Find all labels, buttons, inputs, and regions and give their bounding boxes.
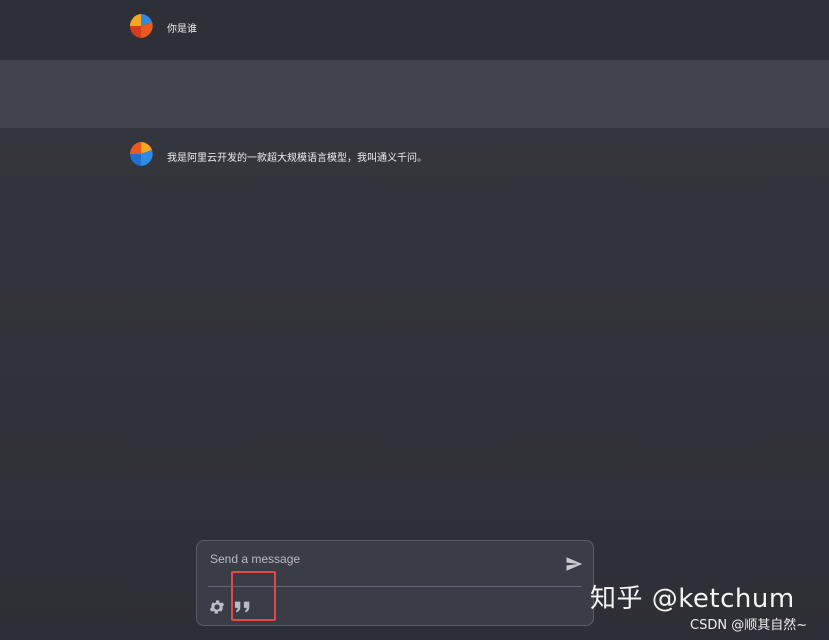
app-logo-icon xyxy=(128,141,154,167)
message-input[interactable] xyxy=(208,548,552,570)
send-icon xyxy=(566,557,583,571)
message-text: 我是阿里云开发的一款超大规模语言模型，我叫通义千问。 xyxy=(167,153,427,164)
highlight-annotation-box xyxy=(231,571,276,621)
gear-icon xyxy=(209,600,225,614)
assistant-message-row: 我是阿里云开发的一款超大规模语言模型，我叫通义千问。 xyxy=(0,60,829,166)
message-text: 你是谁 xyxy=(167,24,197,35)
watermark-sub: CSDN @顺其自然~ xyxy=(690,618,808,633)
send-button[interactable] xyxy=(565,555,583,573)
user-message-row: 你是谁 xyxy=(0,0,829,58)
app-logo-icon xyxy=(128,13,154,39)
settings-button[interactable] xyxy=(208,598,226,616)
watermark-main: 知乎 @ketchum xyxy=(590,584,795,614)
